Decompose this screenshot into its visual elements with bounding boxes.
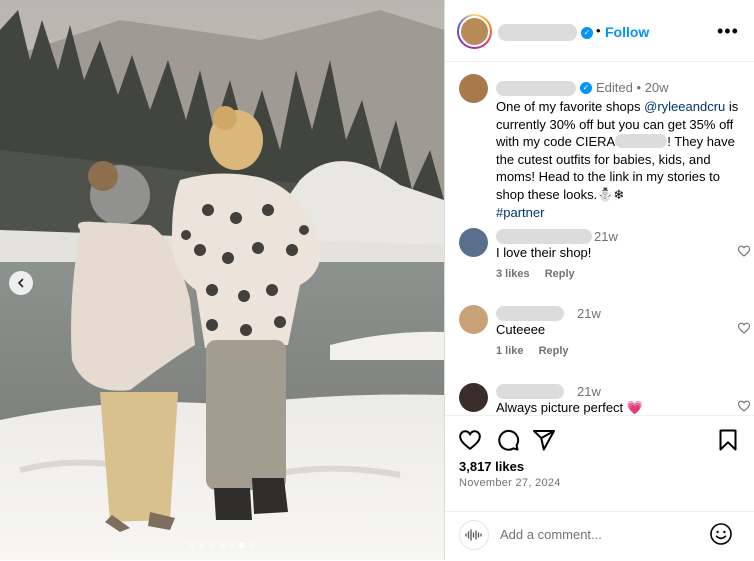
author-username-redacted[interactable] — [498, 24, 577, 41]
edited-label: Edited — [596, 80, 633, 95]
comment-text: Cuteeee — [496, 322, 546, 337]
heart-icon[interactable] — [737, 244, 751, 258]
commenter-username-redacted[interactable] — [496, 229, 592, 244]
comment-likes[interactable]: 1 like — [496, 345, 524, 357]
post-sidebar: ✓ • Follow ••• ✓ Edited • 20w One of my … — [444, 0, 754, 560]
comment-item: 21w Cuteeee 1 like Reply — [459, 303, 751, 363]
post-header: ✓ • Follow ••• — [445, 0, 754, 62]
caption-time: 20w — [644, 80, 669, 95]
header-separator: • — [596, 23, 601, 38]
carousel-dot — [209, 542, 215, 548]
comment-time: 21w — [577, 384, 601, 399]
carousel-dot — [249, 542, 255, 548]
verified-icon: ✓ — [581, 27, 593, 39]
post-actions: 3,817 likes November 27, 2024 — [445, 415, 754, 560]
carousel-dot — [219, 542, 225, 548]
follow-button[interactable]: Follow — [605, 24, 649, 40]
commenter-avatar[interactable] — [459, 305, 488, 334]
mention-link[interactable]: @ryleeandcru — [644, 99, 725, 114]
caption-author-avatar[interactable] — [459, 74, 488, 103]
post-photo — [0, 0, 444, 560]
likes-count[interactable]: 3,817 likes — [459, 459, 524, 474]
author-avatar-photo — [459, 16, 490, 47]
comment-time: 21w — [594, 229, 618, 244]
caption-emoji: ⛄❄ — [597, 186, 625, 202]
caption-edited-meta: Edited • 20w — [596, 80, 669, 95]
carousel-dot-active — [239, 542, 245, 548]
chevron-left-icon — [17, 278, 24, 288]
caption-username-redacted[interactable] — [496, 81, 576, 96]
promo-code-redacted — [615, 134, 668, 149]
emoji-icon[interactable] — [709, 522, 733, 546]
comment-time: 21w — [577, 306, 601, 321]
commenter-username-redacted[interactable] — [496, 306, 564, 321]
hashtag-link[interactable]: #partner — [496, 205, 544, 220]
heart-icon[interactable] — [458, 428, 482, 452]
carousel-indicator — [0, 542, 444, 548]
soundwave-logo-icon — [465, 529, 482, 541]
comment-text: Always picture perfect 💗 — [496, 400, 643, 415]
post-media — [0, 0, 444, 560]
carousel-dot — [199, 542, 205, 548]
carousel-prev-button[interactable] — [9, 271, 33, 295]
carousel-dot — [189, 542, 195, 548]
heart-icon[interactable] — [737, 321, 751, 335]
caption-time-separator: • — [636, 80, 642, 95]
commenter-avatar[interactable] — [459, 228, 488, 257]
author-avatar[interactable] — [457, 14, 492, 49]
comment-meta: 3 likes Reply — [496, 268, 587, 280]
comments-scroll-area[interactable]: ✓ Edited • 20w One of my favorite shops … — [445, 63, 754, 415]
add-comment-bar — [445, 511, 754, 561]
post-date: November 27, 2024 — [459, 477, 561, 489]
reply-button[interactable]: Reply — [545, 268, 575, 280]
add-comment-input[interactable] — [500, 527, 700, 542]
comment-likes[interactable]: 3 likes — [496, 268, 530, 280]
more-icon[interactable]: ••• — [717, 22, 739, 40]
caption-text-part: One of my favorite shops — [496, 99, 645, 114]
comment-icon[interactable] — [496, 428, 520, 452]
current-user-avatar — [459, 520, 489, 550]
instagram-post: ✓ • Follow ••• ✓ Edited • 20w One of my … — [0, 0, 754, 560]
commenter-avatar[interactable] — [459, 383, 488, 412]
caption-text: One of my favorite shops @ryleeandcru is… — [496, 98, 751, 221]
comment-item: 21w I love their shop! 3 likes Reply — [459, 226, 751, 286]
share-icon[interactable] — [532, 428, 556, 452]
heart-icon[interactable] — [737, 399, 751, 413]
reply-button[interactable]: Reply — [539, 345, 569, 357]
carousel-dot — [229, 542, 235, 548]
bookmark-icon[interactable] — [716, 428, 740, 452]
commenter-username-redacted[interactable] — [496, 384, 564, 399]
comment-item: 21w Always picture perfect 💗 — [459, 381, 751, 415]
verified-icon: ✓ — [580, 82, 592, 94]
comment-meta: 1 like Reply — [496, 345, 581, 357]
comment-text: I love their shop! — [496, 245, 592, 260]
